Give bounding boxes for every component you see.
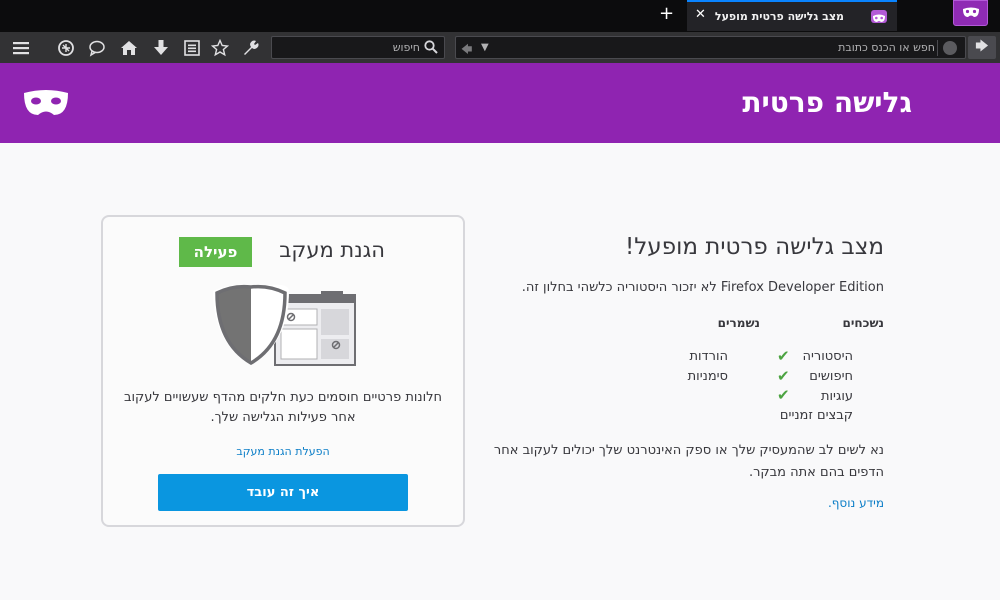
description-text: לא יזכור היסטוריה כלשהי בחלון זה. [521, 280, 721, 295]
search-icon [424, 40, 438, 54]
url-input[interactable]: חפש או הכנס כתובת [838, 41, 935, 54]
tracking-protection-card: הגנת מעקב פעילה חלונות פרטיים חוסמים כעת… [101, 215, 465, 527]
kept-item: הורדות [689, 349, 728, 364]
url-separator [937, 40, 938, 56]
tracking-protection-description: חלונות פרטיים חוסמים כעת חלקים מהדף שעשו… [123, 390, 443, 425]
tracking-notice: נא לשים לב שהמעסיק שלך או ספק האינטרנט ש… [493, 443, 884, 480]
check-icon: ✔ [777, 347, 790, 365]
private-mask-icon [963, 7, 979, 17]
search-bar[interactable]: חיפוש [271, 36, 445, 59]
kept-item: סימניות [687, 369, 728, 384]
download-icon[interactable] [152, 39, 170, 57]
page-title: גלישה פרטית [742, 86, 912, 119]
private-browsing-indicator [953, 0, 988, 26]
tab-strip: + ✕ מצב גלישה פרטית מופעל [0, 0, 1000, 32]
bookmarks-list-icon[interactable] [183, 39, 201, 57]
enable-tracking-protection-link[interactable]: הפעלת הגנת מעקב [103, 445, 463, 458]
forward-button[interactable]: 🡆 [968, 36, 996, 59]
bookmark-star-icon[interactable] [211, 39, 229, 57]
chat-icon[interactable] [88, 39, 106, 57]
wrench-icon[interactable] [242, 39, 260, 57]
status-badge: פעילה [179, 237, 252, 267]
tracking-protection-title: הגנת מעקב [279, 238, 385, 262]
tab-close-icon[interactable]: ✕ [695, 7, 706, 22]
how-it-works-button[interactable]: איך זה עובד [158, 474, 408, 511]
brand-name: Firefox Developer Edition [720, 280, 884, 295]
site-identity-icon[interactable] [943, 41, 957, 55]
private-mode-heading: מצב גלישה פרטית מופעל! [625, 234, 884, 260]
check-icon: ✔ [777, 367, 790, 385]
new-tab-button[interactable]: + [659, 4, 674, 24]
learn-more-link[interactable]: מידע נוסף. [828, 496, 884, 510]
forgotten-item: חיפושים [809, 369, 853, 384]
web-developer-icon[interactable] [57, 39, 75, 57]
menu-icon[interactable] [12, 39, 30, 57]
forgotten-item: קבצים זמניים [779, 408, 853, 423]
back-arrow-icon[interactable]: 🡄 [461, 41, 472, 60]
history-dropdown-icon[interactable]: ▼ [481, 42, 489, 53]
private-mask-icon [871, 10, 887, 23]
home-icon[interactable] [120, 39, 138, 57]
tab-private-browsing[interactable]: ✕ מצב גלישה פרטית מופעל [687, 0, 897, 31]
private-mode-description: Firefox Developer Edition לא יזכור היסטו… [522, 280, 884, 295]
navigation-toolbar: חיפוש 🡄 ▼ חפש או הכנס כתובת 🡆 [0, 32, 1000, 63]
forgotten-item: עוגיות [820, 389, 853, 404]
search-input[interactable]: חיפוש [393, 41, 420, 54]
tab-title: מצב גלישה פרטית מופעל [714, 10, 844, 23]
check-icon: ✔ [777, 386, 790, 404]
forgotten-item: היסטוריה [802, 349, 853, 364]
url-bar[interactable]: 🡄 ▼ חפש או הכנס כתובת [455, 36, 966, 59]
private-browsing-header: גלישה פרטית [0, 63, 1000, 143]
private-mask-icon [24, 90, 68, 115]
kept-column-header: נשמרים [717, 316, 760, 330]
forgotten-column-header: נשכחים [842, 316, 884, 330]
tracking-protection-illustration [213, 284, 356, 366]
